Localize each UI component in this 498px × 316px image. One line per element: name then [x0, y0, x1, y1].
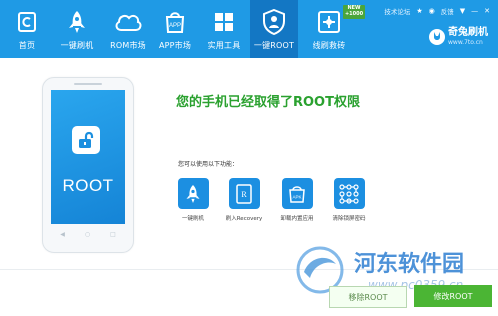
- apk-icon: APK: [281, 178, 313, 209]
- function-clear-lock-password-label: 清除锁屏密码: [332, 216, 366, 222]
- remove-root-button[interactable]: 移除ROOT: [329, 286, 407, 308]
- function-one-click-flash[interactable]: 一键刷机: [165, 178, 221, 222]
- phone-root-label: ROOT: [62, 176, 114, 195]
- nav-tools-label: 实用工具: [207, 41, 241, 50]
- unlocked-padlock-icon: [72, 126, 100, 154]
- new-badge: NEW +1000: [343, 5, 365, 19]
- root-success-title: 您的手机已经取得了ROOT权限: [176, 95, 360, 110]
- feedback-icon: ◉: [428, 7, 435, 15]
- functions-hint: 您可以使用以下功能：: [178, 161, 239, 168]
- brand-url: www.7to.cn: [448, 39, 483, 46]
- close-icon[interactable]: ✕: [484, 7, 490, 15]
- rocket-icon: [177, 178, 209, 209]
- home-circle-icon: ○: [84, 231, 91, 238]
- menu-dropdown-icon[interactable]: ▼: [460, 7, 465, 15]
- minimize-icon[interactable]: —: [471, 7, 478, 15]
- nav-rom-market[interactable]: ROM市场: [103, 0, 153, 58]
- rabbit-logo-icon: [429, 29, 445, 45]
- nav-one-click-flash-label: 一键刷机: [60, 41, 94, 50]
- nav-one-click-root-label: 一键ROOT: [253, 41, 295, 50]
- phone-illustration: ROOT ◀ ○ □: [42, 77, 134, 253]
- window-controls: 技术论坛 ★ ◉ 反馈 ▼ — ✕: [384, 6, 490, 16]
- grid-icon: [209, 7, 239, 37]
- brand-logo: 奇兔刷机 www.7to.cn: [429, 27, 488, 47]
- modify-root-button[interactable]: 修改ROOT: [414, 285, 492, 307]
- function-one-click-flash-label: 一键刷机: [181, 216, 204, 222]
- nav-line-flash-rescue-label: 线刷救砖: [312, 41, 346, 50]
- brand-name: 奇兔刷机: [448, 27, 488, 38]
- nav-one-click-flash[interactable]: 一键刷机: [54, 0, 100, 58]
- svg-text:APK: APK: [292, 194, 301, 199]
- function-uninstall-builtin[interactable]: APK 卸载内置应用: [269, 178, 325, 222]
- recent-apps-icon: □: [110, 231, 116, 238]
- nav-one-click-root[interactable]: 一键ROOT: [250, 0, 298, 58]
- shield-root-icon: [259, 7, 289, 37]
- function-flash-recovery-label: 刷入Recovery: [225, 216, 263, 222]
- svg-text:APP: APP: [169, 23, 181, 29]
- pattern-lock-icon: [333, 178, 365, 209]
- nav-rom-market-label: ROM市场: [110, 41, 146, 50]
- function-clear-lock-password[interactable]: 清除锁屏密码: [321, 178, 377, 222]
- nav-app-market[interactable]: APP APP市场: [152, 0, 198, 58]
- phone-nav-buttons: ◀ ○ □: [43, 231, 133, 243]
- footer-divider: [0, 269, 498, 270]
- shirt-icon[interactable]: ★: [416, 7, 422, 15]
- nav-app-market-label: APP市场: [158, 41, 192, 50]
- nav-home-label: 首页: [18, 41, 36, 50]
- back-icon: ◀: [60, 231, 65, 238]
- watermark-text: 河东软件园: [354, 251, 465, 277]
- home-icon: [12, 7, 42, 37]
- recovery-icon: R: [228, 178, 260, 209]
- function-flash-recovery[interactable]: R 刷入Recovery: [216, 178, 272, 222]
- nav-tools[interactable]: 实用工具: [201, 0, 247, 58]
- phone-screen: ROOT: [51, 90, 125, 224]
- rocket-icon: [62, 7, 92, 37]
- function-uninstall-builtin-label: 卸载内置应用: [280, 216, 314, 222]
- svg-text:R: R: [241, 190, 247, 199]
- app-bag-icon: APP: [160, 7, 190, 37]
- phone-speaker: [74, 83, 102, 85]
- nav-home[interactable]: 首页: [4, 0, 50, 58]
- forum-link[interactable]: 技术论坛: [384, 6, 410, 16]
- flash-rescue-icon: [314, 7, 344, 37]
- top-nav-bar: 首页 一键刷机 ROM市场 APP APP市场 实用工具 一键ROOT 线刷救砖…: [0, 0, 498, 58]
- feedback-link[interactable]: 反馈: [441, 6, 454, 16]
- new-badge-line2: +1000: [344, 11, 364, 17]
- cloud-icon: [113, 7, 143, 37]
